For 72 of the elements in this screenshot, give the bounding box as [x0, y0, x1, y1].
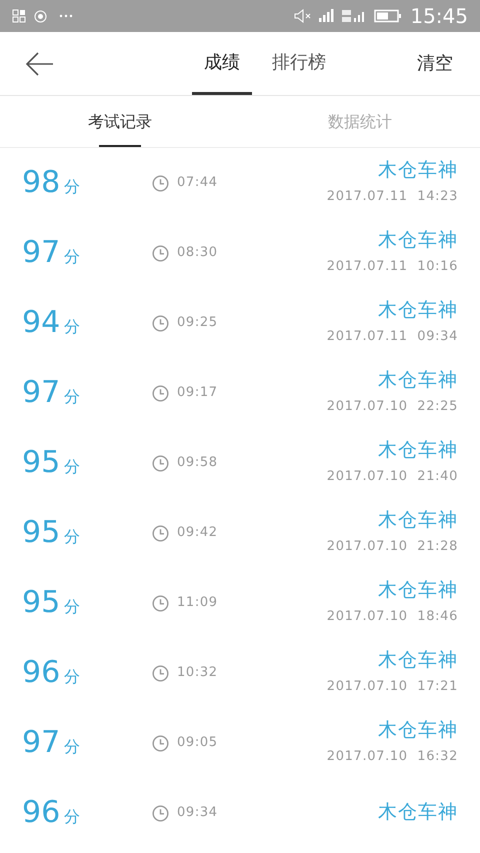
- network-signal-icon: [342, 9, 366, 23]
- clock-icon: [152, 664, 169, 682]
- score: 98: [22, 168, 60, 198]
- user-name: 木仓车神: [378, 299, 458, 324]
- header-tab[interactable]: 排行榜: [260, 32, 338, 95]
- score-unit: 分: [64, 596, 80, 618]
- clock-icon: [152, 454, 169, 472]
- score: 95: [22, 448, 60, 478]
- duration: 09:05: [177, 734, 218, 752]
- clock-icon: [152, 594, 169, 612]
- record-date: 2017.07.10 16:32: [326, 748, 458, 766]
- clock-icon: [152, 734, 169, 752]
- record-icon: [34, 10, 47, 22]
- duration: 09:34: [177, 804, 218, 822]
- more-icon: [59, 14, 73, 18]
- duration: 10:32: [177, 664, 218, 682]
- duration: 08:30: [177, 244, 218, 262]
- user-name: 木仓车神: [378, 159, 458, 184]
- score-unit: 分: [64, 456, 80, 478]
- duration: 09:25: [177, 314, 218, 332]
- score-unit: 分: [64, 666, 80, 688]
- clock-icon: [152, 244, 169, 262]
- record-date: 2017.07.10 22:25: [326, 398, 458, 416]
- record-date: 2017.07.10 21:40: [326, 468, 458, 486]
- user-name: 木仓车神: [378, 719, 458, 744]
- record-date: 2017.07.11 10:16: [326, 258, 458, 276]
- score-unit: 分: [64, 316, 80, 338]
- battery-icon: [374, 9, 402, 23]
- clear-button[interactable]: 清空: [390, 32, 480, 95]
- header-tab[interactable]: 成绩: [192, 32, 252, 95]
- score-unit: 分: [64, 246, 80, 268]
- duration: 09:17: [177, 384, 218, 402]
- score-unit: 分: [64, 526, 80, 548]
- user-name: 木仓车神: [378, 801, 458, 825]
- user-name: 木仓车神: [378, 369, 458, 394]
- score: 97: [22, 728, 60, 758]
- clock-icon: [152, 384, 169, 402]
- app-grid-icon: [12, 9, 26, 23]
- record-date: 2017.07.10 17:21: [326, 678, 458, 696]
- clock-icon: [152, 314, 169, 332]
- user-name: 木仓车神: [378, 229, 458, 254]
- score: 95: [22, 588, 60, 618]
- user-name: 木仓车神: [378, 579, 458, 604]
- user-name: 木仓车神: [378, 649, 458, 674]
- signal-icon: [318, 9, 334, 23]
- score-unit: 分: [64, 736, 80, 758]
- score: 97: [22, 378, 60, 408]
- record-date: 2017.07.11 09:34: [326, 328, 458, 346]
- duration: 11:09: [177, 594, 218, 612]
- record-date: 2017.07.10 18:46: [326, 608, 458, 626]
- score: 96: [22, 658, 60, 688]
- score-unit: 分: [64, 176, 80, 198]
- score: 96: [22, 798, 60, 828]
- score-unit: 分: [64, 386, 80, 408]
- back-arrow-icon: [25, 52, 55, 76]
- user-name: 木仓车神: [378, 509, 458, 534]
- status-time: 15:45: [410, 3, 468, 30]
- clock-icon: [152, 524, 169, 542]
- sub-tab[interactable]: 考试记录: [0, 96, 240, 147]
- duration: 09:58: [177, 454, 218, 472]
- score-unit: 分: [64, 806, 80, 828]
- clock-icon: [152, 174, 169, 192]
- record-date: 2017.07.10 21:28: [326, 538, 458, 556]
- record-date: 2017.07.11 14:23: [326, 188, 458, 206]
- clock-icon: [152, 804, 169, 822]
- score: 94: [22, 308, 60, 338]
- score: 95: [22, 518, 60, 548]
- user-name: 木仓车神: [378, 439, 458, 464]
- duration: 09:42: [177, 524, 218, 542]
- duration: 07:44: [177, 174, 218, 192]
- score: 97: [22, 238, 60, 268]
- selected-underline: [99, 145, 141, 147]
